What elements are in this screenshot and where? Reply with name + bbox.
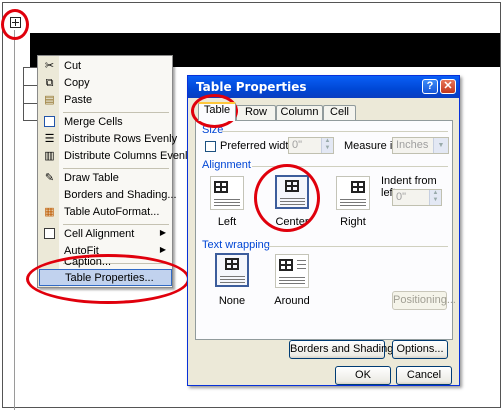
menu-item-copy[interactable]: ⧉ Copy bbox=[39, 75, 172, 92]
tab-cell[interactable]: Cell bbox=[323, 105, 356, 120]
borders-and-shading-button[interactable]: Borders and Shading... bbox=[289, 340, 403, 359]
highlight-circle-center-alignment bbox=[254, 164, 320, 232]
menu-separator bbox=[63, 112, 169, 113]
tab-label: Row bbox=[244, 106, 267, 118]
close-icon[interactable]: ✕ bbox=[440, 79, 456, 94]
menu-item-label: Paste bbox=[64, 94, 93, 106]
group-divider bbox=[222, 131, 448, 132]
align-right-icon bbox=[351, 181, 365, 193]
distribute-columns-icon: ▥ bbox=[44, 150, 55, 162]
copy-icon: ⧉ bbox=[45, 77, 54, 89]
menu-item-draw-table[interactable]: ✎ Draw Table bbox=[39, 170, 172, 187]
menu-item-label: Cut bbox=[64, 60, 82, 72]
chevron-down-icon[interactable]: ▼ bbox=[433, 138, 448, 153]
menu-item-label: Draw Table bbox=[64, 172, 119, 184]
spinner-arrows-icon[interactable]: ▲ ▼ bbox=[429, 190, 441, 205]
align-right-label: Right bbox=[340, 216, 366, 228]
spinner-arrows-icon[interactable]: ▲ ▼ bbox=[321, 138, 333, 153]
document-margin-line bbox=[14, 30, 15, 410]
menu-item-label: Copy bbox=[64, 77, 90, 89]
wrap-around-label: Around bbox=[274, 295, 310, 307]
tab-label: Table bbox=[203, 104, 231, 116]
menu-item-paste[interactable]: ▤ Paste bbox=[39, 92, 172, 109]
menu-item-borders-shading[interactable]: Borders and Shading... bbox=[39, 187, 177, 204]
tab-label: Column bbox=[280, 106, 319, 118]
dialog-title: Table Properties bbox=[196, 80, 307, 94]
preferred-width-spinner[interactable]: 0" ▲ ▼ bbox=[288, 137, 334, 154]
preferred-width-value: 0" bbox=[292, 139, 303, 151]
cancel-button[interactable]: Cancel bbox=[396, 366, 452, 385]
help-button[interactable]: ? bbox=[422, 79, 438, 94]
align-right-option[interactable] bbox=[336, 176, 370, 210]
menu-item-cell-alignment[interactable]: Cell Alignment ▶ bbox=[39, 226, 172, 243]
tab-column[interactable]: Column bbox=[276, 105, 323, 120]
menu-item-label: Table AutoFormat... bbox=[64, 206, 160, 218]
submenu-arrow-icon: ▶ bbox=[159, 228, 166, 237]
merge-cells-icon bbox=[43, 116, 56, 129]
menu-item-label: Distribute Columns Evenly bbox=[64, 150, 193, 162]
align-left-icon bbox=[214, 181, 228, 193]
align-left-label: Left bbox=[217, 216, 237, 228]
highlight-circle-table-handle bbox=[1, 9, 29, 40]
paste-icon: ▤ bbox=[44, 94, 55, 106]
preferred-width-checkbox[interactable] bbox=[205, 141, 216, 152]
measure-in-select[interactable]: Inches ▼ bbox=[392, 137, 449, 154]
scissors-icon: ✂ bbox=[44, 60, 55, 72]
menu-item-label: Cell Alignment bbox=[64, 228, 135, 240]
wrap-none-label: None bbox=[218, 295, 246, 307]
options-button[interactable]: Options... bbox=[392, 340, 448, 359]
alignment-group-label: Alignment bbox=[202, 159, 251, 171]
ok-button[interactable]: OK bbox=[335, 366, 391, 385]
tab-table[interactable]: Table bbox=[198, 102, 236, 121]
cell-alignment-icon bbox=[43, 228, 56, 241]
menu-item-distribute-rows[interactable]: ☰ Distribute Rows Evenly bbox=[39, 131, 178, 148]
text-wrapping-group-label: Text wrapping bbox=[202, 239, 270, 251]
measure-in-value: Inches bbox=[396, 139, 429, 151]
indent-from-left-spinner[interactable]: 0" ▲ ▼ bbox=[392, 189, 442, 206]
dialog-title-bar[interactable]: Table Properties ? ✕ bbox=[188, 76, 459, 98]
menu-item-label: Merge Cells bbox=[64, 116, 123, 128]
menu-item-table-autoformat[interactable]: ▦ Table AutoFormat... bbox=[39, 204, 172, 221]
table-tab-panel: Size Preferred width: 0" ▲ ▼ Measure in: … bbox=[195, 120, 456, 340]
menu-item-label: Distribute Rows Evenly bbox=[64, 133, 178, 145]
tab-label: Cell bbox=[330, 106, 349, 118]
wrap-around-option[interactable] bbox=[275, 254, 309, 288]
positioning-button[interactable]: Positioning... bbox=[392, 291, 456, 310]
tab-row[interactable]: Row bbox=[236, 105, 276, 120]
menu-item-distribute-columns[interactable]: ▥ Distribute Columns Evenly bbox=[39, 148, 193, 165]
wrap-none-option[interactable] bbox=[215, 253, 249, 287]
table-autoformat-icon: ▦ bbox=[44, 206, 55, 218]
wrap-none-icon bbox=[225, 258, 239, 270]
group-divider bbox=[268, 246, 448, 247]
distribute-rows-icon: ☰ bbox=[44, 133, 55, 145]
highlight-circle-table-properties bbox=[26, 254, 190, 304]
menu-item-merge-cells[interactable]: Merge Cells bbox=[39, 114, 172, 131]
align-left-option[interactable] bbox=[210, 176, 244, 210]
menu-item-cut[interactable]: ✂ Cut bbox=[39, 58, 172, 75]
submenu-arrow-icon: ▶ bbox=[159, 245, 166, 254]
menu-item-label: Borders and Shading... bbox=[64, 189, 177, 201]
menu-separator bbox=[63, 224, 169, 225]
menu-separator bbox=[63, 168, 169, 169]
wrap-around-icon bbox=[279, 259, 293, 271]
indent-from-left-value: 0" bbox=[396, 191, 407, 203]
preferred-width-label: Preferred width: bbox=[220, 140, 298, 152]
draw-table-icon: ✎ bbox=[44, 172, 55, 184]
